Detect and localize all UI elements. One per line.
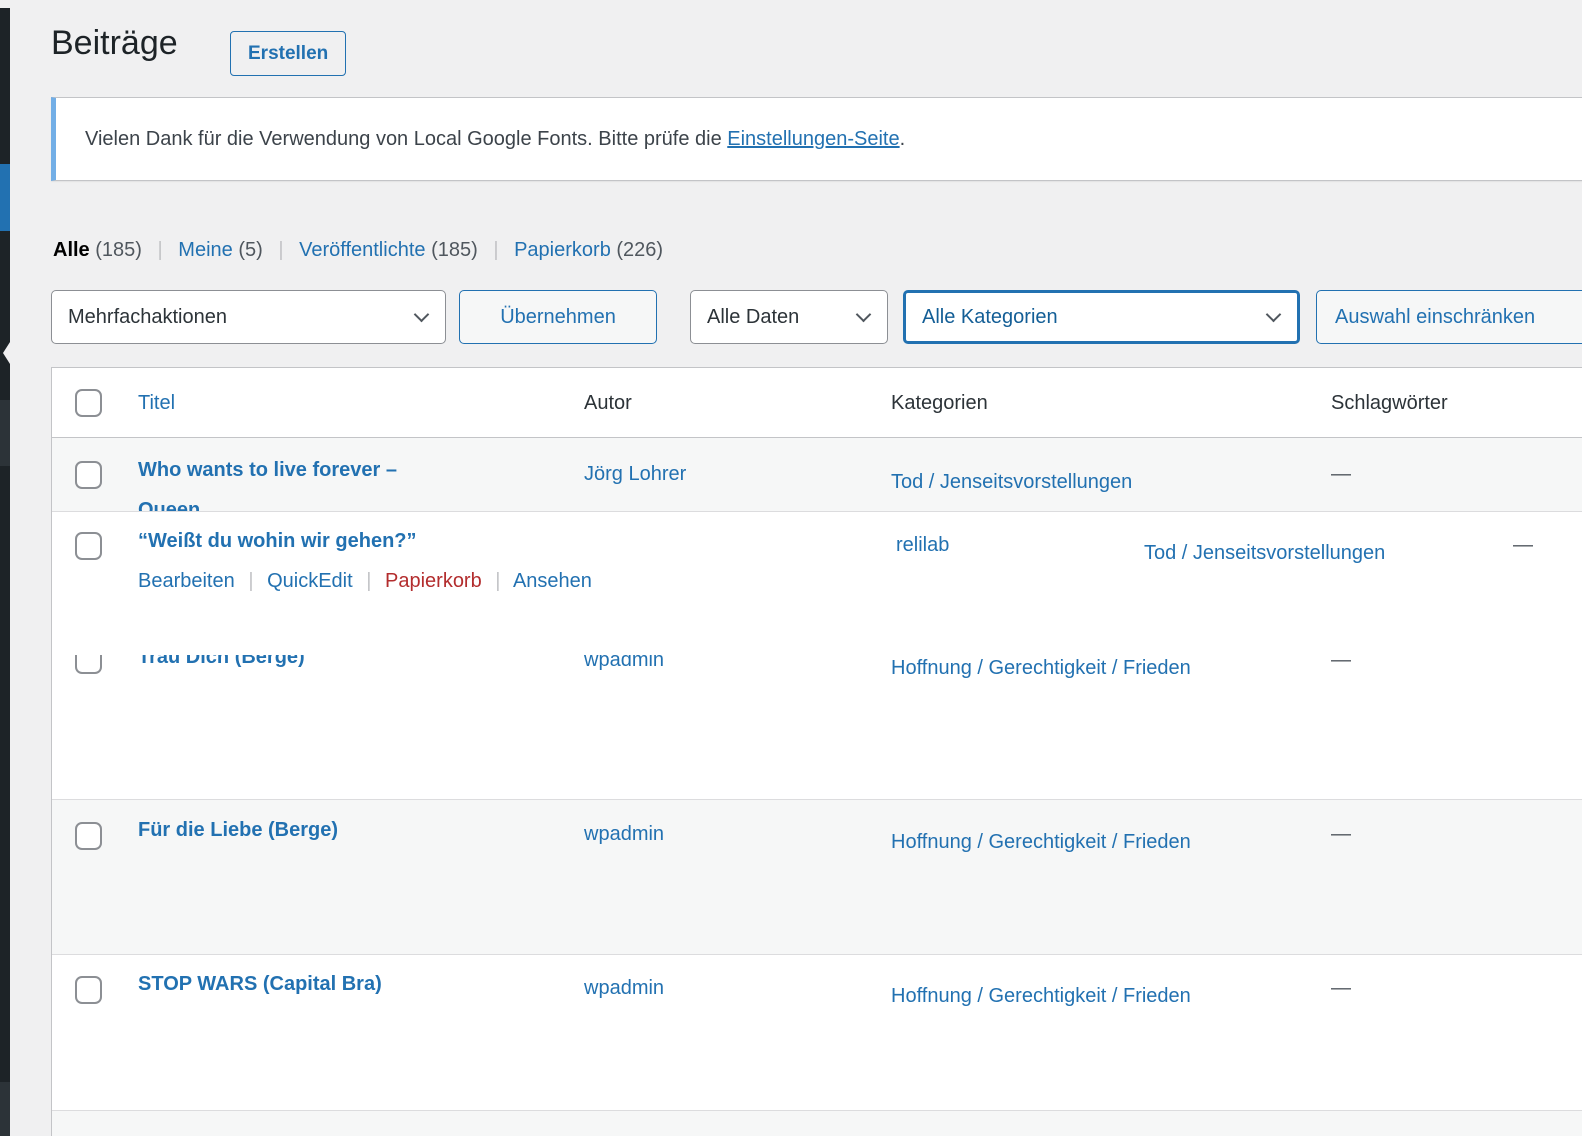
row-checkbox[interactable] [75,655,102,674]
wordpress-posts-page: Beiträge Erstellen Vielen Dank für die V… [0,0,1582,1136]
column-header-title[interactable]: Titel [138,392,175,414]
column-header-tags: Schlagwörter [1307,368,1582,437]
view-all[interactable]: Alle [53,239,90,261]
post-view-filters: Alle (185) | Meine (5) | Veröffentlichte… [53,239,663,262]
apply-button-label: Übernehmen [500,306,616,329]
filter-button[interactable]: Auswahl einschränken [1316,290,1582,344]
tags-empty: — [1513,534,1533,556]
post-title-link[interactable]: Who wants to live forever – [138,459,397,482]
view-trash-count: (226) [616,239,663,261]
author-link[interactable]: Jörg Lohrer [584,463,686,485]
post-title-link-line2[interactable]: Queen [138,499,560,512]
apply-button[interactable]: Übernehmen [459,290,657,344]
row-checkbox[interactable] [75,822,102,850]
author-link[interactable]: wpadmin [584,977,664,999]
edit-link[interactable]: Bearbeiten [138,570,235,592]
sidebar-item-highlight-2[interactable] [0,1082,10,1136]
separator: | [366,570,371,592]
select-all-checkbox[interactable] [75,389,102,417]
admin-sidebar-strip[interactable] [0,8,10,1136]
view-trash[interactable]: Papierkorb [514,239,611,261]
bulk-actions-select[interactable]: Mehrfachaktionen [51,290,446,344]
view-mine-count: (5) [238,239,262,261]
post-title-link[interactable]: Für die Liebe (Berge) [138,819,338,842]
notice-text-end: . [900,128,906,150]
column-header-author: Autor [560,368,867,437]
notice-text: Vielen Dank für die Verwendung von Local… [85,128,727,150]
post-title-link[interactable]: “Weißt du wohin wir gehen?” [138,530,417,553]
filter-button-label: Auswahl einschränken [1335,306,1535,329]
author-link[interactable]: relilab [896,534,949,556]
view-published-count: (185) [431,239,478,261]
page-title: Beiträge [51,24,178,63]
add-new-post-button[interactable]: Erstellen [230,31,346,76]
row-checkbox[interactable] [75,461,102,489]
view-mine[interactable]: Meine [178,239,232,261]
view-link[interactable]: Ansehen [513,570,592,592]
view-all-count: (185) [95,239,142,261]
separator: | [278,239,283,261]
sidebar-active-arrow-icon [3,342,10,364]
chevron-down-icon [1266,307,1282,323]
categories-link[interactable]: Tod / Jenseitsvorstellungen [891,471,1132,493]
post-title-link[interactable]: Trau Dich (Berge) [138,655,305,669]
row-checkbox[interactable] [75,532,102,560]
date-filter-value: Alle Daten [707,306,799,329]
next-row-stripe [52,1111,1582,1136]
table-row: STOP WARS (Capital Bra) wpadmin Hoffnung… [52,955,1582,1111]
sidebar-item-highlight[interactable] [0,400,10,466]
separator: | [158,239,163,261]
separator: | [495,570,500,592]
category-filter-select[interactable]: Alle Kategorien [903,290,1300,344]
notice-settings-link[interactable]: Einstellungen-Seite [727,128,899,150]
author-link[interactable]: wpadmin [584,823,664,845]
tags-empty: — [1331,823,1351,845]
chevron-down-icon [856,307,872,323]
row-checkbox[interactable] [75,976,102,1004]
categories-link[interactable]: Hoffnung / Gerechtigkeit / Frieden [891,985,1191,1007]
table-row: Trau Dich (Berge) wpadmin Hoffnung / Ger… [52,655,1582,800]
quick-edit-link[interactable]: QuickEdit [267,570,353,592]
table-header-row: Titel Autor Kategorien Schlagwörter [52,368,1582,438]
admin-notice: Vielen Dank für die Verwendung von Local… [51,97,1582,181]
table-row: “Weißt du wohin wir gehen?” Bearbeiten |… [52,512,1582,655]
categories-link[interactable]: Tod / Jenseitsvorstellungen [1144,542,1385,564]
bulk-actions-value: Mehrfachaktionen [68,306,227,329]
categories-link[interactable]: Hoffnung / Gerechtigkeit / Frieden [891,831,1191,853]
categories-link[interactable]: Hoffnung / Gerechtigkeit / Frieden [891,657,1191,679]
column-header-categories: Kategorien [867,368,1307,437]
trash-link[interactable]: Papierkorb [385,570,482,592]
view-published[interactable]: Veröffentlichte [299,239,425,261]
date-filter-select[interactable]: Alle Daten [690,290,888,344]
post-title-link[interactable]: STOP WARS (Capital Bra) [138,973,382,996]
row-actions: Bearbeiten | QuickEdit | Papierkorb | An… [138,570,872,593]
tags-empty: — [1331,977,1351,999]
chevron-down-icon [414,307,430,323]
tags-empty: — [1331,463,1351,485]
author-link[interactable]: wpadmin [584,655,664,671]
sidebar-active-item[interactable] [0,164,10,231]
posts-table: Titel Autor Kategorien Schlagwörter Who … [51,367,1582,1136]
separator: | [248,570,253,592]
tags-empty: — [1331,655,1351,671]
table-row: Who wants to live forever – Queen Jörg L… [52,438,1582,512]
table-row: Für die Liebe (Berge) wpadmin Hoffnung /… [52,800,1582,955]
separator: | [493,239,498,261]
category-filter-value: Alle Kategorien [922,306,1058,329]
